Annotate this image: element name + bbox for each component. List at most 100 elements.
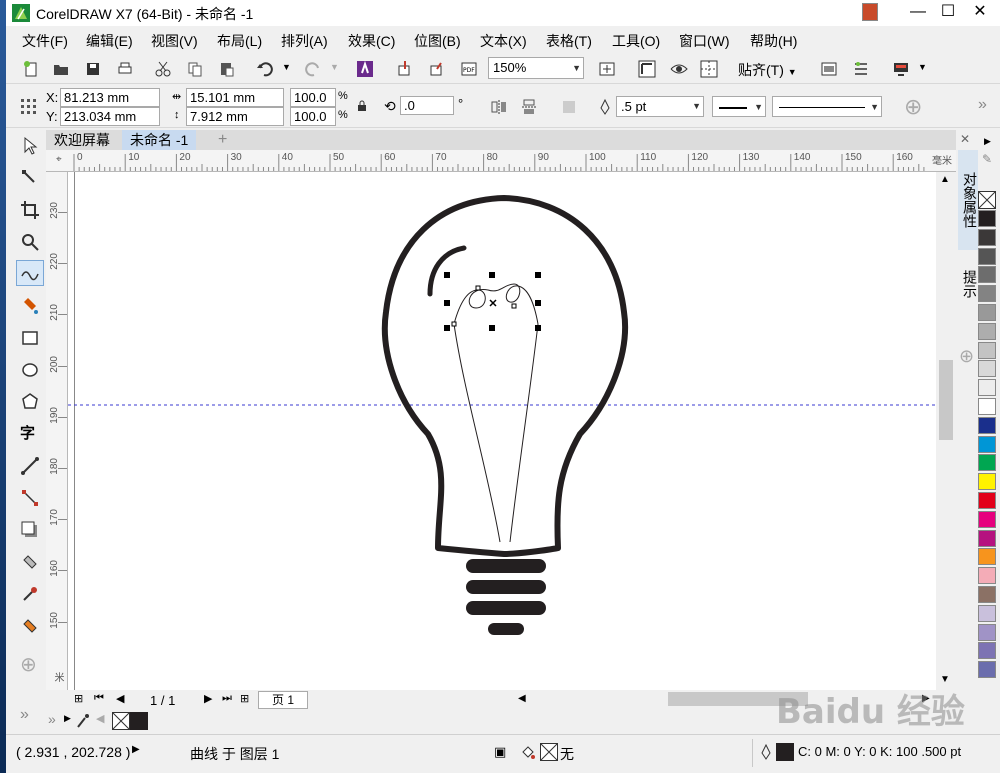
color-swatch[interactable] <box>978 416 996 434</box>
menu-window[interactable]: 窗口(W) <box>679 31 730 51</box>
mirror-horizontal-icon[interactable] <box>490 98 508 116</box>
import-icon[interactable] <box>396 60 414 78</box>
tab-untitled-1[interactable]: 未命名 -1 <box>122 130 197 150</box>
menu-edit[interactable]: 编辑(E) <box>86 31 133 51</box>
color-swatch[interactable] <box>978 322 996 340</box>
options-icon[interactable] <box>852 60 870 78</box>
base-tip[interactable] <box>488 623 524 635</box>
expand-toolbox-icon[interactable]: » <box>20 706 40 726</box>
menu-table[interactable]: 表格(T) <box>546 31 592 51</box>
drawing-canvas[interactable] <box>68 172 936 690</box>
vertical-ruler[interactable]: 230 220 210 200 190 180 170 160 150 毫米 <box>46 172 68 690</box>
color-swatch[interactable] <box>978 398 996 415</box>
color-swatch[interactable] <box>978 341 996 359</box>
crop-tool-icon[interactable] <box>20 200 40 220</box>
color-swatch[interactable] <box>978 567 996 585</box>
expand-icon[interactable]: » <box>978 96 987 114</box>
color-swatch[interactable] <box>978 586 996 603</box>
color-swatch[interactable] <box>978 210 996 227</box>
parallel-dimension-tool-icon[interactable] <box>20 456 40 476</box>
color-swatch[interactable] <box>978 473 996 491</box>
scale-y-field[interactable]: 100.0 <box>290 107 336 126</box>
vertical-scroll-thumb[interactable] <box>939 360 953 440</box>
tab-object-properties[interactable]: 对象属性 <box>958 150 978 250</box>
color-swatch[interactable] <box>978 661 996 679</box>
filament-curl-selected[interactable] <box>453 283 539 325</box>
rotation-field[interactable]: .0 <box>400 96 454 115</box>
coords-menu-icon[interactable]: ▶ <box>132 744 140 755</box>
new-tab-icon[interactable]: + <box>218 130 227 150</box>
menu-view[interactable]: 视图(V) <box>151 31 198 51</box>
eyedropper-icon[interactable]: ✎ <box>982 152 992 166</box>
snap-to-button[interactable]: 贴齐(T) ▼ <box>738 60 797 80</box>
no-fill-indicator[interactable] <box>540 743 558 761</box>
new-document-icon[interactable] <box>22 60 40 78</box>
menu-arrange[interactable]: 排列(A) <box>281 31 328 51</box>
color-swatch[interactable] <box>978 642 996 660</box>
color-swatch[interactable] <box>978 492 996 509</box>
welcome-screen-icon[interactable] <box>820 60 838 78</box>
ruler-origin-icon[interactable]: ⌖ <box>56 154 62 165</box>
add-icon[interactable]: ⊕ <box>904 94 922 120</box>
filament-wire-right[interactable] <box>509 323 539 543</box>
zoom-tool-icon[interactable] <box>20 232 40 252</box>
no-color-swatch[interactable] <box>112 712 130 730</box>
paste-icon[interactable] <box>218 60 236 78</box>
add-docker-icon[interactable]: ⊕ <box>959 346 974 367</box>
width-field[interactable]: 15.101 mm <box>186 88 284 107</box>
start-arrowhead-combo[interactable]: ▼ <box>712 96 766 117</box>
color-swatch[interactable] <box>978 360 996 378</box>
text-tool-icon[interactable]: 字 <box>20 422 40 442</box>
next-page-icon[interactable]: ▶ <box>204 692 212 705</box>
show-rulers-icon[interactable] <box>638 60 656 78</box>
color-swatch[interactable] <box>978 304 996 321</box>
tab-welcome-screen[interactable]: 欢迎屏幕 <box>46 130 118 150</box>
search-content-icon[interactable] <box>356 60 374 78</box>
color-swatch[interactable] <box>978 604 996 622</box>
full-screen-preview-icon[interactable] <box>598 60 616 78</box>
color-swatch[interactable] <box>978 435 996 453</box>
color-swatch[interactable] <box>978 548 996 566</box>
publish-pdf-icon[interactable]: PDF <box>460 60 478 78</box>
polygon-tool-icon[interactable] <box>20 392 40 412</box>
menu-bitmaps[interactable]: 位图(B) <box>414 31 461 51</box>
palette-menu-icon[interactable]: ▶ <box>64 713 71 724</box>
save-icon[interactable] <box>84 60 102 78</box>
last-page-icon[interactable]: ⏭ <box>222 692 232 705</box>
black-swatch[interactable] <box>130 712 148 730</box>
pick-tool-icon[interactable] <box>20 136 40 156</box>
color-swatch[interactable] <box>978 266 996 284</box>
menu-effects[interactable]: 效果(C) <box>348 31 395 51</box>
menu-file[interactable]: 文件(F) <box>22 31 68 51</box>
line-style-combo[interactable]: ▼ <box>772 96 882 117</box>
zoom-level-combo[interactable]: 150% ▼ <box>488 57 584 79</box>
close-docker-icon[interactable]: ✕ <box>960 132 970 146</box>
add-page-before-icon[interactable]: ⊞ <box>74 692 83 705</box>
outline-color-swatch[interactable] <box>776 743 794 761</box>
bulb-outline[interactable] <box>381 195 628 557</box>
menu-text[interactable]: 文本(X) <box>480 31 527 51</box>
color-swatch[interactable] <box>978 529 996 547</box>
add-tool-icon[interactable]: ⊕ <box>20 652 40 676</box>
wrap-text-icon[interactable] <box>560 98 578 116</box>
color-swatch[interactable] <box>978 454 996 472</box>
application-launcher-icon[interactable] <box>892 60 910 78</box>
open-folder-icon[interactable] <box>52 60 70 78</box>
cut-icon[interactable] <box>154 60 172 78</box>
export-icon[interactable] <box>428 60 446 78</box>
interactive-fill-tool-icon[interactable] <box>20 616 40 636</box>
redo-dropdown-icon[interactable]: ▼ <box>330 62 339 72</box>
user-avatar-icon[interactable] <box>862 3 878 21</box>
rectangle-tool-icon[interactable] <box>20 328 40 348</box>
bulb-highlight[interactable] <box>427 245 467 297</box>
scroll-left-icon[interactable]: ◀ <box>518 693 526 704</box>
lock-ratio-icon[interactable] <box>356 100 368 112</box>
base-ring-1[interactable] <box>466 559 546 573</box>
page-tab-1[interactable]: 页 1 <box>258 691 308 709</box>
menu-tools[interactable]: 工具(O) <box>612 31 660 51</box>
height-field[interactable]: 7.912 mm <box>186 107 284 126</box>
show-grid-icon[interactable] <box>700 60 718 78</box>
redo-icon[interactable] <box>304 60 322 78</box>
color-swatch[interactable] <box>978 228 996 246</box>
horizontal-ruler[interactable]: ⌖ 0 10 20 30 40 50 60 70 80 90 100 110 120 130 140 150 1… <box>46 150 956 172</box>
